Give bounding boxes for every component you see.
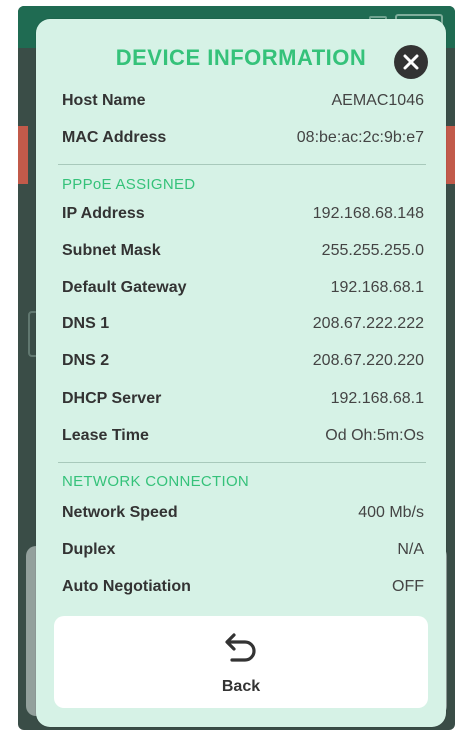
info-row-mac-address: MAC Address 08:be:ac:2c:9b:e7 (62, 129, 424, 153)
info-row-host-name: Host Name AEMAC1046 (62, 92, 424, 116)
section-header-pppoe: PPPoE ASSIGNED (62, 176, 196, 193)
close-icon (403, 54, 419, 70)
row-value: AEMAC1046 (331, 92, 425, 109)
row-label: DNS 2 (62, 352, 110, 369)
row-label: IP Address (62, 205, 145, 222)
row-value: OFF (392, 578, 424, 595)
row-value: 208.67.220.220 (312, 352, 424, 369)
row-label: Subnet Mask (62, 242, 161, 259)
row-label: Lease Time (62, 427, 149, 444)
close-button[interactable] (394, 45, 428, 79)
info-row-dns-1: DNS 1 208.67.222.222 (62, 315, 424, 339)
row-label: Host Name (62, 92, 146, 109)
back-button[interactable]: Back (54, 616, 428, 708)
row-value: N/A (397, 541, 424, 558)
row-label: MAC Address (62, 129, 167, 146)
section-header-network-connection: NETWORK CONNECTION (62, 473, 250, 490)
row-value: 192.168.68.1 (330, 279, 424, 296)
info-row-lease-time: Lease Time Od Oh:5m:Os (62, 427, 424, 451)
row-value: 192.168.68.148 (312, 205, 424, 222)
row-label: Network Speed (62, 504, 178, 521)
status-marker-right (445, 126, 455, 184)
device-information-modal: DEVICE INFORMATION Host Name AEMAC1046 M… (36, 19, 446, 727)
row-label: DHCP Server (62, 390, 162, 407)
back-arrow-icon (225, 633, 256, 662)
info-row-default-gateway: Default Gateway 192.168.68.1 (62, 279, 424, 303)
row-value: 208.67.222.222 (312, 315, 424, 332)
info-row-duplex: Duplex N/A (62, 541, 424, 565)
row-value: 255.255.255.0 (321, 242, 424, 259)
divider (58, 462, 426, 463)
modal-title: DEVICE INFORMATION (115, 45, 367, 70)
info-row-network-speed: Network Speed 400 Mb/s (62, 504, 424, 528)
row-label: Auto Negotiation (62, 578, 191, 595)
row-value: 400 Mb/s (358, 504, 424, 521)
status-marker-left (18, 126, 28, 184)
info-row-dhcp-server: DHCP Server 192.168.68.1 (62, 390, 424, 414)
divider (58, 164, 426, 165)
info-row-dns-2: DNS 2 208.67.220.220 (62, 352, 424, 376)
row-value: 08:be:ac:2c:9b:e7 (296, 129, 424, 146)
info-row-ip-address: IP Address 192.168.68.148 (62, 205, 424, 229)
back-button-label: Back (221, 678, 261, 695)
info-row-subnet-mask: Subnet Mask 255.255.255.0 (62, 242, 424, 266)
row-value: Od Oh:5m:Os (325, 427, 424, 444)
row-label: DNS 1 (62, 315, 110, 332)
info-row-auto-negotiation: Auto Negotiation OFF (62, 578, 424, 602)
row-label: Duplex (62, 541, 116, 558)
row-value: 192.168.68.1 (330, 390, 424, 407)
row-label: Default Gateway (62, 279, 187, 296)
